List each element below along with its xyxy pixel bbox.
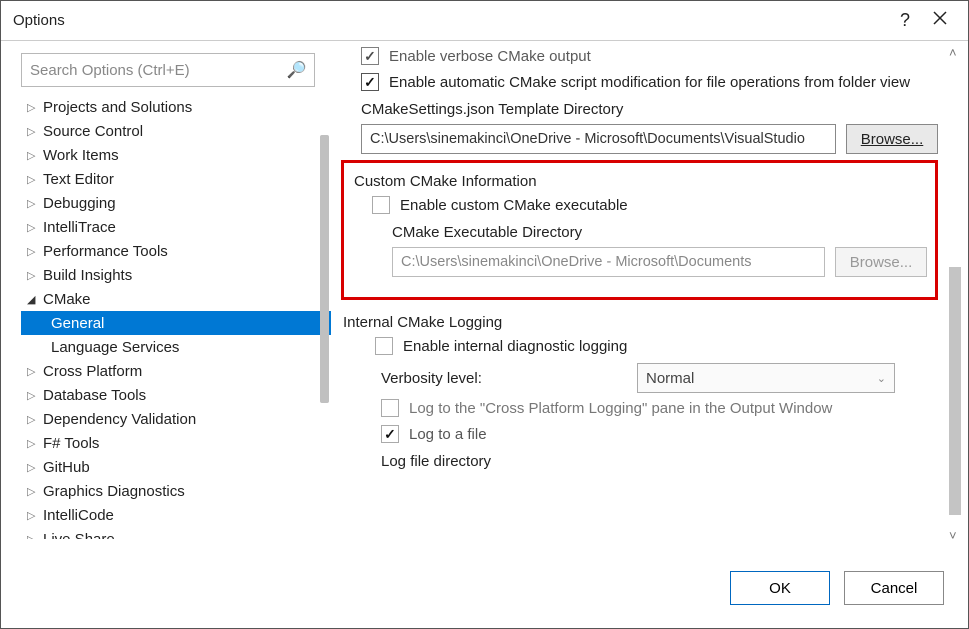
caret-right-icon: ▷ [27,389,43,402]
caret-right-icon: ▷ [27,125,43,138]
left-pane: 🔍 ▷Projects and Solutions▷Source Control… [1,41,331,549]
tree-item-intellicode[interactable]: ▷IntelliCode [21,503,331,527]
caret-right-icon: ▷ [27,173,43,186]
caret-right-icon: ▷ [27,101,43,114]
tree-item-projects-and-solutions[interactable]: ▷Projects and Solutions [21,95,331,119]
caret-right-icon: ▷ [27,509,43,522]
tree-item-database-tools[interactable]: ▷Database Tools [21,383,331,407]
caret-right-icon: ▷ [27,245,43,258]
content-scrollbar-thumb[interactable] [949,267,961,515]
close-button[interactable] [924,10,956,31]
tree-item-cross-platform[interactable]: ▷Cross Platform [21,359,331,383]
caret-right-icon: ▷ [27,197,43,210]
verbosity-value: Normal [646,370,694,387]
tree-item-label: Cross Platform [43,363,142,380]
tree-item-debugging[interactable]: ▷Debugging [21,191,331,215]
tree-item-label: Projects and Solutions [43,99,192,116]
custom-cmake-group-title: Custom CMake Information [354,173,927,190]
tree-item-label: IntelliTrace [43,219,116,236]
tree-item-label: GitHub [43,459,90,476]
tree-item-label: Build Insights [43,267,132,284]
caret-right-icon: ▷ [27,365,43,378]
tree-item-source-control[interactable]: ▷Source Control [21,119,331,143]
tree-item-label: Dependency Validation [43,411,196,428]
verbose-output-label: Enable verbose CMake output [389,48,591,65]
tree-item-label: Work Items [43,147,119,164]
exe-dir-browse-button: Browse... [835,247,927,277]
title-bar: Options ? [1,1,968,41]
caret-right-icon: ▷ [27,269,43,282]
verbosity-label: Verbosity level: [381,370,627,387]
help-button[interactable]: ? [886,10,924,31]
template-dir-browse-button[interactable]: Browse... [846,124,938,154]
caret-right-icon: ▷ [27,149,43,162]
scroll-down-icon[interactable]: ˅ [949,528,957,543]
log-to-pane-label: Log to the "Cross Platform Logging" pane… [409,400,832,417]
tree-item-label: Database Tools [43,387,146,404]
caret-down-icon: ◢ [27,293,43,306]
log-file-dir-label: Log file directory [381,453,938,470]
caret-right-icon: ▷ [27,437,43,450]
cancel-button[interactable]: Cancel [844,571,944,605]
verbosity-combo[interactable]: Normal ⌄ [637,363,895,393]
internal-logging-group-title: Internal CMake Logging [343,314,938,331]
tree-item-label: IntelliCode [43,507,114,524]
caret-right-icon: ▷ [27,221,43,234]
tree-item-intellitrace[interactable]: ▷IntelliTrace [21,215,331,239]
tree-item-graphics-diagnostics[interactable]: ▷Graphics Diagnostics [21,479,331,503]
tree-item-github[interactable]: ▷GitHub [21,455,331,479]
dialog-footer: OK Cancel [1,549,968,627]
tree-item-general[interactable]: General [21,311,331,335]
tree-scrollbar-thumb[interactable] [320,135,329,403]
auto-script-mod-checkbox[interactable] [361,73,379,91]
tree-item-label: General [51,315,104,332]
tree-item-label: Source Control [43,123,143,140]
window-title: Options [13,12,886,29]
enable-custom-cmake-checkbox[interactable] [372,196,390,214]
verbose-output-checkbox[interactable] [361,47,379,65]
tree-item-cmake[interactable]: ◢CMake [21,287,331,311]
caret-right-icon: ▷ [27,413,43,426]
tree-item-f-tools[interactable]: ▷F# Tools [21,431,331,455]
tree-item-language-services[interactable]: Language Services [21,335,331,359]
caret-right-icon: ▷ [27,533,43,540]
tree-item-build-insights[interactable]: ▷Build Insights [21,263,331,287]
scroll-up-icon[interactable]: ˄ [949,45,957,60]
tree-item-live-share[interactable]: ▷Live Share [21,527,331,539]
caret-right-icon: ▷ [27,485,43,498]
tree-item-label: Performance Tools [43,243,168,260]
enable-custom-cmake-label: Enable custom CMake executable [400,197,628,214]
template-dir-input[interactable] [361,124,836,154]
chevron-down-icon: ⌄ [877,372,886,385]
content-scrollbar[interactable]: ˄ ˅ [946,45,964,543]
enable-logging-label: Enable internal diagnostic logging [403,338,627,355]
tree-item-label: Graphics Diagnostics [43,483,185,500]
exe-dir-label: CMake Executable Directory [392,224,927,241]
exe-dir-input [392,247,825,277]
search-input[interactable] [21,53,315,87]
close-icon [932,10,948,26]
tree-item-label: Language Services [51,339,179,356]
tree-item-label: Text Editor [43,171,114,188]
right-pane: Enable verbose CMake output Enable autom… [331,41,968,549]
ok-button[interactable]: OK [730,571,830,605]
log-to-pane-checkbox[interactable] [381,399,399,417]
auto-script-mod-label: Enable automatic CMake script modificati… [389,74,910,91]
log-to-file-label: Log to a file [409,426,487,443]
custom-cmake-highlight: Custom CMake Information Enable custom C… [341,160,938,300]
enable-logging-checkbox[interactable] [375,337,393,355]
tree-item-label: CMake [43,291,91,308]
tree-item-label: Debugging [43,195,116,212]
tree-item-text-editor[interactable]: ▷Text Editor [21,167,331,191]
tree-item-label: F# Tools [43,435,99,452]
caret-right-icon: ▷ [27,461,43,474]
options-tree[interactable]: ▷Projects and Solutions▷Source Control▷W… [21,95,331,539]
tree-item-work-items[interactable]: ▷Work Items [21,143,331,167]
search-icon: 🔍 [287,60,307,80]
tree-item-performance-tools[interactable]: ▷Performance Tools [21,239,331,263]
tree-item-dependency-validation[interactable]: ▷Dependency Validation [21,407,331,431]
tree-item-label: Live Share [43,531,115,540]
log-to-file-checkbox[interactable] [381,425,399,443]
template-dir-label: CMakeSettings.json Template Directory [361,101,938,118]
